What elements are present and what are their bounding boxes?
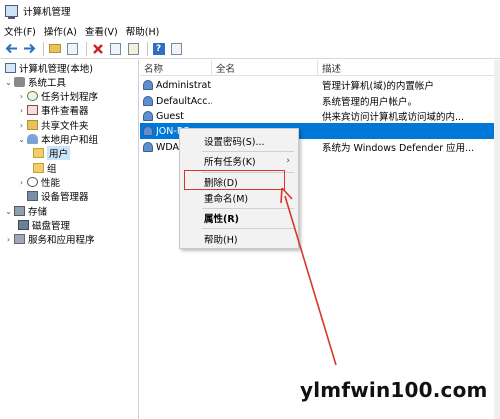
- collapse-arrow-icon[interactable]: ›: [17, 106, 26, 115]
- clock-icon: [27, 91, 38, 101]
- menu-action[interactable]: 操作(A): [44, 24, 77, 38]
- console-icon[interactable]: [169, 41, 184, 56]
- column-header-description[interactable]: 描述: [318, 60, 494, 75]
- collapse-arrow-icon[interactable]: ›: [17, 178, 26, 187]
- user-icon: [143, 80, 153, 90]
- tree-system-tools[interactable]: ⌄ 系统工具: [4, 75, 66, 89]
- header-divider: [140, 75, 494, 76]
- toolbar-separator: [43, 41, 44, 56]
- tree-event-viewer[interactable]: › 事件查看器: [17, 103, 89, 117]
- expand-arrow-icon[interactable]: ⌄: [4, 207, 13, 216]
- computer-icon: [5, 63, 16, 73]
- menu-item-rename[interactable]: 重命名(M): [180, 189, 298, 207]
- user-icon: [143, 96, 153, 106]
- tree-device-manager[interactable]: 设备管理器: [26, 189, 89, 203]
- list-row-guest[interactable]: Guest 供来宾访问计算机或访问域的内...: [140, 108, 494, 124]
- submenu-arrow-icon: ›: [286, 156, 290, 166]
- user-icon: [143, 111, 153, 121]
- collapse-arrow-icon[interactable]: ›: [17, 92, 26, 101]
- tree-services-apps[interactable]: › 服务和应用程序: [4, 232, 95, 246]
- navigation-tree: 计算机管理(本地) ⌄ 系统工具 › 任务计划程序 › 事件查看器 › 共享文件…: [0, 60, 139, 419]
- services-icon: [14, 234, 25, 244]
- disk-icon: [18, 220, 29, 230]
- tree-shared-folders[interactable]: › 共享文件夹: [17, 118, 89, 132]
- delete-icon[interactable]: [90, 41, 105, 56]
- folder-icon: [33, 163, 44, 173]
- tools-icon: [14, 77, 25, 87]
- menu-item-all-tasks[interactable]: 所有任务(K) ›: [180, 152, 298, 170]
- back-arrow-icon[interactable]: [4, 41, 19, 56]
- tree-disk-management[interactable]: 磁盘管理: [17, 218, 70, 232]
- menu-separator: [202, 228, 294, 229]
- title-bar: 计算机管理: [0, 0, 500, 22]
- event-log-icon: [27, 105, 38, 115]
- tree-local-users-groups[interactable]: ⌄ 本地用户和组: [17, 132, 98, 146]
- list-row-administrator[interactable]: Administrat... 管理计算机(域)的内置帐户: [140, 77, 494, 93]
- user-icon: [143, 142, 153, 152]
- toolbar: ?: [0, 39, 500, 59]
- tree-performance[interactable]: › 性能: [17, 175, 60, 189]
- tree-users[interactable]: 用户: [32, 146, 71, 160]
- delete-highlight-box: [184, 170, 285, 190]
- folder-icon: [33, 148, 44, 158]
- toolbar-separator: [86, 41, 87, 56]
- toolbar-separator: [147, 41, 148, 56]
- storage-icon: [14, 206, 25, 216]
- user-icon: [143, 126, 153, 136]
- site-watermark: ylmfwin100.com: [300, 378, 488, 402]
- column-header-name[interactable]: 名称: [140, 60, 212, 75]
- shared-folder-icon: [27, 120, 38, 130]
- menu-file[interactable]: 文件(F): [4, 24, 36, 38]
- collapse-arrow-icon[interactable]: ›: [4, 235, 13, 244]
- vertical-scrollbar[interactable]: [494, 60, 500, 419]
- export-icon[interactable]: [126, 41, 141, 56]
- menu-item-set-password[interactable]: 设置密码(S)...: [180, 132, 298, 150]
- forward-arrow-icon[interactable]: [22, 41, 37, 56]
- menu-item-properties[interactable]: 属性(R): [180, 209, 298, 227]
- list-row-defaultaccount[interactable]: DefaultAcc... 系统管理的用户帐户。: [140, 93, 494, 109]
- tree-task-scheduler[interactable]: › 任务计划程序: [17, 89, 98, 103]
- menu-help[interactable]: 帮助(H): [126, 24, 160, 38]
- expand-arrow-icon[interactable]: ⌄: [17, 135, 26, 144]
- computer-management-icon: [5, 5, 18, 19]
- expand-arrow-icon[interactable]: ⌄: [4, 78, 13, 87]
- performance-icon: [27, 177, 38, 187]
- window-title: 计算机管理: [23, 7, 71, 18]
- menu-view[interactable]: 查看(V): [85, 24, 118, 38]
- column-header-fullname[interactable]: 全名: [212, 60, 318, 75]
- up-folder-icon[interactable]: [47, 41, 62, 56]
- menu-item-help[interactable]: 帮助(H): [180, 230, 298, 248]
- tree-groups[interactable]: 组: [32, 161, 57, 175]
- show-tree-icon[interactable]: [65, 41, 80, 56]
- properties-icon[interactable]: [108, 41, 123, 56]
- menu-bar: 文件(F) 操作(A) 查看(V) 帮助(H): [0, 22, 500, 39]
- tree-storage[interactable]: ⌄ 存储: [4, 204, 47, 218]
- users-icon: [27, 134, 38, 144]
- help-icon[interactable]: ?: [151, 41, 166, 56]
- tree-root[interactable]: 计算机管理(本地): [4, 61, 93, 75]
- collapse-arrow-icon[interactable]: ›: [17, 121, 26, 130]
- device-manager-icon: [27, 191, 38, 201]
